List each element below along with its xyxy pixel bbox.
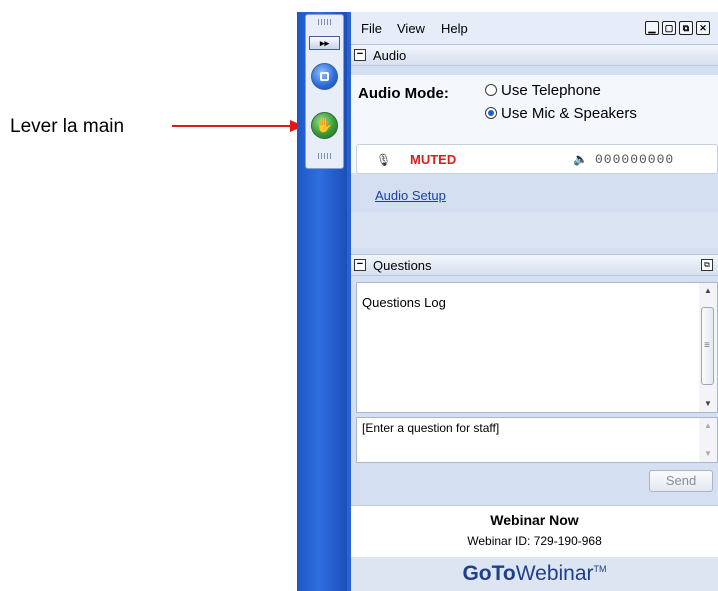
- scroll-thumb[interactable]: ≡: [701, 307, 714, 385]
- audio-status-box: 🎙 MUTED 🔈 000000000: [356, 144, 718, 174]
- questions-section-header: − Questions ⧉: [351, 254, 718, 276]
- radio-use-mic-speakers[interactable]: Use Mic & Speakers: [485, 105, 637, 122]
- scroll-up-icon[interactable]: ▲: [699, 284, 717, 298]
- webinar-title: Webinar Now: [490, 512, 579, 528]
- annotation-label: Lever la main: [10, 116, 125, 137]
- audio-section-title: Audio: [373, 48, 407, 63]
- grip-icon: ≡: [704, 340, 710, 351]
- audio-setup-link[interactable]: Audio Setup: [375, 188, 446, 203]
- restore-button[interactable]: ⧉: [679, 21, 693, 35]
- radio-use-telephone[interactable]: Use Telephone: [485, 82, 601, 99]
- audio-collapse-button[interactable]: −: [354, 49, 366, 61]
- close-button[interactable]: ✕: [696, 21, 710, 35]
- minimize-icon: ▁: [648, 23, 656, 33]
- question-input-placeholder: [Enter a question for staff]: [362, 421, 500, 435]
- dock-grip-bottom[interactable]: [318, 153, 333, 159]
- raise-hand-icon: ✋: [315, 117, 334, 133]
- audio-section-header: − Audio: [351, 44, 718, 66]
- show-panel-button[interactable]: [311, 63, 338, 90]
- radio-mic-label: Use Mic & Speakers: [501, 105, 637, 122]
- minimize-button[interactable]: ▁: [645, 21, 659, 35]
- dock-grip-top[interactable]: [318, 19, 333, 25]
- control-dock: ▸▸ ✋: [305, 14, 344, 169]
- restore-icon: ⧉: [682, 23, 690, 33]
- scroll-down-icon[interactable]: ▼: [699, 397, 717, 411]
- audio-mode-label: Audio Mode:: [358, 85, 449, 102]
- scroll-up-icon[interactable]: ▲: [699, 419, 717, 433]
- questions-section-title: Questions: [373, 258, 432, 273]
- webinar-panel: File View Help ▁ ▢ ⧉ ✕ − Audio Audio Mod…: [351, 12, 718, 591]
- speaker-icon: 🔈: [573, 152, 588, 166]
- questions-collapse-button[interactable]: −: [354, 259, 366, 271]
- menu-help[interactable]: Help: [441, 21, 468, 36]
- radio-mic-indicator[interactable]: [485, 107, 497, 119]
- webinar-id: Webinar ID: 729-190-968: [467, 534, 602, 548]
- maximize-icon: ▢: [664, 23, 674, 33]
- audio-section-spacer: [351, 212, 718, 248]
- show-panel-icon: [320, 72, 329, 81]
- webinar-info: Webinar Now Webinar ID: 729-190-968: [351, 505, 718, 558]
- maximize-button[interactable]: ▢: [662, 21, 676, 35]
- muted-status: MUTED: [410, 152, 457, 167]
- menu-file[interactable]: File: [361, 21, 382, 36]
- dock-collapse-button[interactable]: ▸▸: [309, 36, 340, 50]
- popout-icon: ⧉: [704, 260, 710, 269]
- menu-view[interactable]: View: [397, 21, 425, 36]
- questions-log[interactable]: Questions Log ▲ ≡ ▼: [356, 282, 718, 413]
- questions-popout-button[interactable]: ⧉: [701, 259, 713, 271]
- gotowebinar-logo: GoToWebinarTM: [462, 562, 607, 585]
- scroll-down-icon[interactable]: ▼: [699, 447, 717, 461]
- radio-telephone-indicator[interactable]: [485, 84, 497, 96]
- audio-pin: 000000000: [595, 152, 675, 167]
- questions-log-title: Questions Log: [362, 295, 446, 310]
- raise-hand-button[interactable]: ✋: [311, 112, 338, 139]
- brand-bar: GoToWebinarTM: [351, 557, 718, 591]
- close-icon: ✕: [699, 23, 707, 33]
- send-button[interactable]: Send: [649, 470, 713, 492]
- question-input-scrollbar[interactable]: ▲ ▼: [699, 418, 717, 462]
- annotation-arrow: [172, 120, 304, 132]
- radio-telephone-label: Use Telephone: [501, 82, 601, 99]
- microphone-icon[interactable]: 🎙: [376, 153, 391, 167]
- menu-bar: File View Help ▁ ▢ ⧉ ✕: [351, 12, 718, 44]
- questions-log-scrollbar[interactable]: ▲ ≡ ▼: [699, 283, 717, 412]
- question-input[interactable]: [Enter a question for staff] ▲ ▼: [356, 417, 718, 463]
